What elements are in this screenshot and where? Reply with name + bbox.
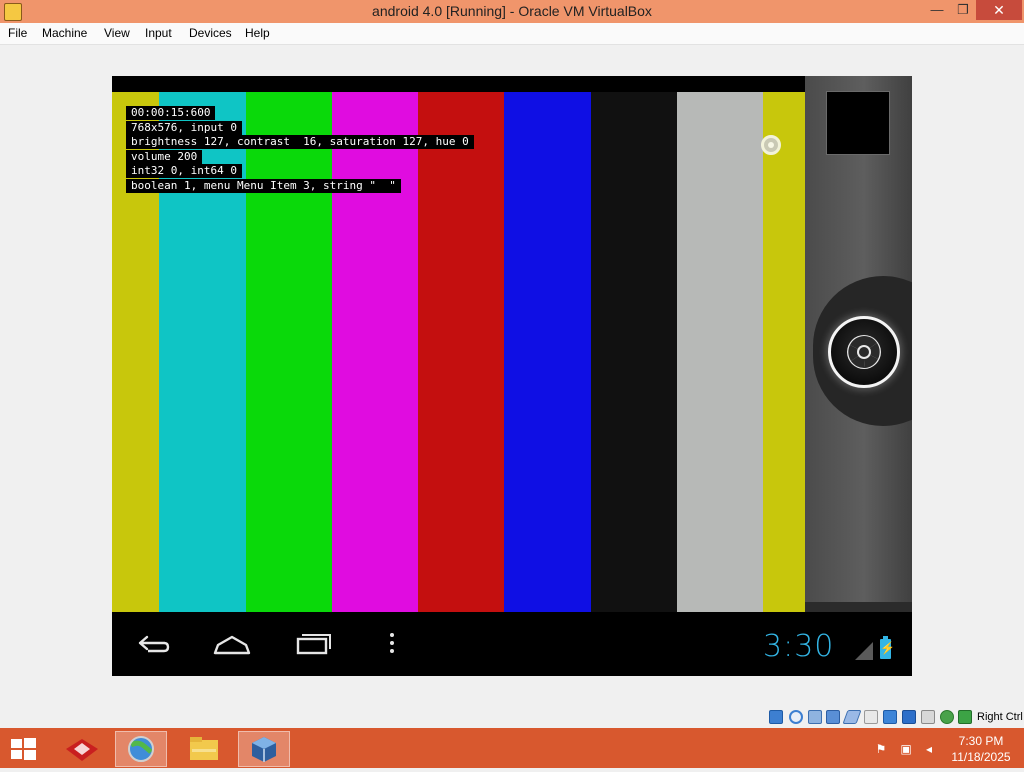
menu-help[interactable]: Help: [245, 23, 270, 44]
taskbar-browser[interactable]: [115, 731, 167, 767]
hard-disk-icon[interactable]: [769, 710, 783, 724]
folder-icon: [190, 737, 218, 760]
action-center-flag-icon[interactable]: ⚑: [874, 742, 888, 756]
close-button[interactable]: ✕: [976, 0, 1022, 20]
osd-line-menu: boolean 1, menu Menu Item 3, string " ": [126, 178, 401, 193]
osd-line-resolution: 768x576, input 0: [126, 120, 242, 135]
menu-overflow-icon[interactable]: [386, 627, 398, 659]
system-clock[interactable]: 7:30 PM 11/18/2025: [944, 733, 1018, 765]
gallery-thumbnail[interactable]: [826, 91, 890, 155]
vm-display[interactable]: 00:00:15:600 768x576, input 0 brightness…: [112, 76, 912, 676]
virtualbox-icon: [252, 737, 276, 762]
shared-folders-icon[interactable]: [842, 710, 862, 724]
menu-input[interactable]: Input: [145, 23, 172, 44]
menu-machine[interactable]: Machine: [42, 23, 87, 44]
clock-time: 7:30 PM: [958, 734, 1004, 748]
android-nav-bar: 3:30 ⚡: [112, 612, 912, 676]
mouse-integration-icon[interactable]: [958, 710, 972, 724]
clock-date: 11/18/2025: [951, 750, 1011, 764]
camera-panel-footer: [805, 602, 912, 612]
color-bar: [504, 92, 591, 612]
video-capture-icon[interactable]: [883, 710, 897, 724]
osd-line-int: int32 0, int64 0: [126, 164, 242, 179]
aperture-icon: [847, 335, 881, 369]
optical-drive-icon[interactable]: [789, 710, 803, 724]
android-clock[interactable]: 3:30: [763, 629, 834, 664]
taskbar-app-red-icon[interactable]: [56, 731, 108, 767]
volume-muted-icon[interactable]: ◂: [922, 742, 936, 756]
title-bar: android 4.0 [Running] - Oracle VM Virtua…: [0, 0, 1024, 23]
shutter-button[interactable]: [828, 316, 900, 388]
taskbar-virtualbox[interactable]: [238, 731, 290, 767]
color-bar: [763, 92, 805, 612]
osd-line-image-settings: brightness 127, contrast 16, saturation …: [126, 135, 474, 150]
color-bar: [591, 92, 677, 612]
host-key-label[interactable]: Right Ctrl: [977, 711, 1023, 723]
menu-view[interactable]: View: [104, 23, 130, 44]
menu-file[interactable]: File: [8, 23, 27, 44]
network-icon[interactable]: [808, 710, 822, 724]
window-title: android 4.0 [Running] - Oracle VM Virtua…: [372, 3, 652, 19]
windows-start-icon[interactable]: [8, 736, 38, 762]
osd-line-timecode: 00:00:15:600: [126, 106, 216, 120]
restore-button[interactable]: ❐: [950, 0, 976, 20]
color-bar: [677, 92, 763, 612]
network-tray-icon[interactable]: ▣: [899, 742, 913, 756]
menu-bar: File Machine View Input Devices Help: [0, 23, 1024, 45]
vm-status-bar: Right Ctrl: [0, 706, 1024, 728]
windows-taskbar: ⚑ ▣ ◂ 7:30 PM 11/18/2025: [0, 728, 1024, 768]
back-icon[interactable]: [134, 627, 170, 659]
osd-line-volume: volume 200: [126, 149, 203, 164]
globe-icon: [128, 736, 154, 762]
focus-indicator-icon[interactable]: [761, 135, 781, 155]
home-icon[interactable]: [212, 627, 252, 659]
cpu-icon[interactable]: [921, 710, 935, 724]
minimize-button[interactable]: —: [924, 0, 950, 20]
seamless-icon[interactable]: [902, 710, 916, 724]
camera-top-strip: [112, 76, 805, 92]
display-icon[interactable]: [864, 710, 878, 724]
guest-additions-icon[interactable]: [940, 710, 954, 724]
battery-bolt: ⚡: [880, 641, 895, 655]
usb-icon[interactable]: [826, 710, 840, 724]
red-app-icon: [66, 739, 98, 761]
signal-icon: [855, 642, 873, 660]
menu-devices[interactable]: Devices: [189, 23, 232, 44]
recent-apps-icon[interactable]: [292, 627, 332, 659]
taskbar-file-explorer[interactable]: [178, 731, 230, 767]
test-pattern-osd: 00:00:15:600 768x576, input 0 brightness…: [126, 106, 474, 194]
battery-charging-icon: ⚡: [880, 636, 895, 659]
